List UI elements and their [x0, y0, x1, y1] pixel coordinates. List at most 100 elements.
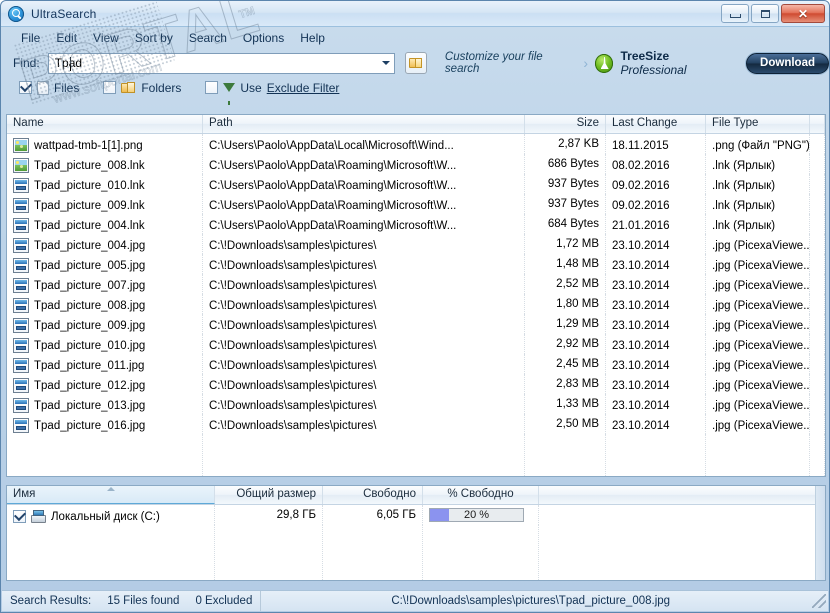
- cell-extra: [810, 134, 825, 154]
- close-button[interactable]: ✕: [781, 4, 825, 23]
- search-input[interactable]: Tpad: [49, 56, 378, 70]
- document-file-icon: [13, 298, 29, 313]
- empty-cell: [706, 434, 810, 476]
- exclude-filter-checkbox[interactable]: [205, 81, 219, 94]
- table-row[interactable]: Tpad_picture_008.jpg C:\!Downloads\sample…: [7, 294, 825, 314]
- cell-size: 1,80 MB: [525, 294, 606, 314]
- menu-item-help[interactable]: Help: [292, 29, 333, 47]
- folders-checkbox[interactable]: [103, 81, 117, 94]
- document-file-icon: [13, 318, 29, 333]
- table-row[interactable]: Tpad_picture_009.lnk C:\Users\Paolo\AppDa…: [7, 194, 825, 214]
- drives-scrollbar[interactable]: [815, 486, 825, 580]
- filter-funnel-icon: [223, 83, 236, 105]
- cell-name: Tpad_picture_004.jpg: [7, 234, 203, 254]
- cell-path: C:\Users\Paolo\AppData\Roaming\Microsoft…: [203, 214, 525, 234]
- cell-extra: [810, 154, 825, 174]
- cell-size: 684 Bytes: [525, 214, 606, 234]
- menu-item-options[interactable]: Options: [235, 29, 292, 47]
- minimize-button[interactable]: [721, 4, 749, 23]
- document-file-icon: [13, 218, 29, 233]
- browse-folder-button[interactable]: [405, 52, 427, 74]
- table-row[interactable]: Tpad_picture_009.jpg C:\!Downloads\sample…: [7, 314, 825, 334]
- table-row[interactable]: Tpad_picture_004.jpg C:\!Downloads\sample…: [7, 234, 825, 254]
- cell-path: C:\!Downloads\samples\pictures\: [203, 334, 525, 354]
- file-name-label: Tpad_picture_008.lnk: [34, 159, 145, 172]
- table-row[interactable]: Tpad_picture_011.jpg C:\!Downloads\sample…: [7, 354, 825, 374]
- column-header-last-change[interactable]: Last Change: [606, 115, 706, 133]
- status-results-label: Search Results:: [10, 595, 92, 607]
- file-name-label: Tpad_picture_016.jpg: [34, 419, 146, 432]
- search-history-dropdown-button[interactable]: [377, 54, 394, 73]
- folder-icon: [121, 81, 136, 94]
- table-row[interactable]: Tpad_picture_004.lnk C:\Users\Paolo\AppDa…: [7, 214, 825, 234]
- cell-file-type: .jpg (PicexaViewe...: [706, 274, 810, 294]
- column-header-path[interactable]: Path: [203, 115, 525, 133]
- promo-product-title: TreeSize: [620, 49, 670, 63]
- cell-size: 1,33 MB: [525, 394, 606, 414]
- folders-label: Folders: [141, 80, 182, 95]
- cell-percent-free: 20 %: [423, 505, 539, 525]
- cell-size: 1,72 MB: [525, 234, 606, 254]
- cell-size: 937 Bytes: [525, 194, 606, 214]
- document-file-icon: [13, 418, 29, 433]
- menu-item-sort-by[interactable]: Sort by: [127, 29, 181, 47]
- column-header-drive-name[interactable]: Имя: [7, 486, 215, 504]
- column-header-percent-free[interactable]: % Свободно: [423, 486, 539, 504]
- column-header-extra[interactable]: [810, 115, 825, 133]
- menu-item-view[interactable]: View: [85, 29, 127, 47]
- cell-path: C:\!Downloads\samples\pictures\: [203, 374, 525, 394]
- document-file-icon: [13, 378, 29, 393]
- drive-name-label: Локальный диск (C:): [51, 510, 160, 523]
- results-empty-area: [7, 434, 825, 476]
- cell-extra: [810, 214, 825, 234]
- cell-file-type: .jpg (PicexaViewe...: [706, 334, 810, 354]
- cell-extra: [810, 234, 825, 254]
- empty-cell: [7, 434, 203, 476]
- files-checkbox[interactable]: [19, 81, 32, 94]
- empty-cell: [525, 434, 606, 476]
- cell-name: Tpad_picture_011.jpg: [7, 354, 203, 374]
- menu-item-search[interactable]: Search: [181, 29, 235, 47]
- empty-cell: [810, 434, 825, 476]
- table-row[interactable]: Tpad_picture_016.jpg C:\!Downloads\sample…: [7, 414, 825, 434]
- cell-name: Tpad_picture_008.lnk: [7, 154, 203, 174]
- cell-path: C:\!Downloads\samples\pictures\: [203, 354, 525, 374]
- maximize-button[interactable]: [751, 4, 779, 23]
- cell-file-type: .jpg (PicexaViewe...: [706, 254, 810, 274]
- status-selected-path: C:\!Downloads\samples\pictures\Tpad_pict…: [391, 595, 671, 607]
- cell-size: 937 Bytes: [525, 174, 606, 194]
- menu-item-file[interactable]: File: [13, 29, 48, 47]
- column-header-name[interactable]: Name: [7, 115, 203, 133]
- table-row[interactable]: Tpad_picture_010.jpg C:\!Downloads\sample…: [7, 334, 825, 354]
- cell-last-change: 18.11.2015: [606, 134, 706, 154]
- search-combobox[interactable]: Tpad: [47, 52, 396, 74]
- file-name-label: Tpad_picture_004.lnk: [34, 219, 145, 232]
- column-header-drive-extra[interactable]: [539, 486, 825, 504]
- table-row[interactable]: Tpad_picture_007.jpg C:\!Downloads\sample…: [7, 274, 825, 294]
- find-bar: Find: Tpad Customize your file search › …: [1, 49, 829, 77]
- cell-last-change: 23.10.2014: [606, 254, 706, 274]
- table-row[interactable]: Tpad_picture_008.lnk C:\Users\Paolo\AppDa…: [7, 154, 825, 174]
- table-row[interactable]: Tpad_picture_013.jpg C:\!Downloads\sample…: [7, 394, 825, 414]
- cell-size: 686 Bytes: [525, 154, 606, 174]
- table-row[interactable]: Tpad_picture_012.jpg C:\!Downloads\sample…: [7, 374, 825, 394]
- column-header-free[interactable]: Свободно: [323, 486, 423, 504]
- table-row[interactable]: Tpad_picture_005.jpg C:\!Downloads\sample…: [7, 254, 825, 274]
- cell-total-size: 29,8 ГБ: [215, 505, 323, 525]
- column-header-size[interactable]: Size: [525, 115, 606, 133]
- resize-grip[interactable]: [812, 594, 826, 608]
- drive-checkbox[interactable]: [13, 510, 26, 523]
- minimize-icon: [729, 13, 741, 18]
- search-options-bar: Files Folders Use Exclude Filter: [1, 77, 829, 105]
- download-button[interactable]: Download: [746, 52, 829, 74]
- column-header-total-size[interactable]: Общий размер: [215, 486, 323, 504]
- column-header-file-type[interactable]: File Type: [706, 115, 810, 133]
- cell-path: C:\Users\Paolo\AppData\Roaming\Microsoft…: [203, 194, 525, 214]
- drive-row[interactable]: Локальный диск (C:) 29,8 ГБ 6,05 ГБ 20 %: [7, 505, 825, 525]
- use-label: Use: [240, 80, 262, 95]
- drives-empty-area: [7, 525, 825, 580]
- table-row[interactable]: wattpad-tmb-1[1].png C:\Users\Paolo\AppDa…: [7, 134, 825, 154]
- menu-item-edit[interactable]: Edit: [48, 29, 85, 47]
- exclude-filter-link[interactable]: Exclude Filter: [267, 81, 340, 95]
- table-row[interactable]: Tpad_picture_010.lnk C:\Users\Paolo\AppDa…: [7, 174, 825, 194]
